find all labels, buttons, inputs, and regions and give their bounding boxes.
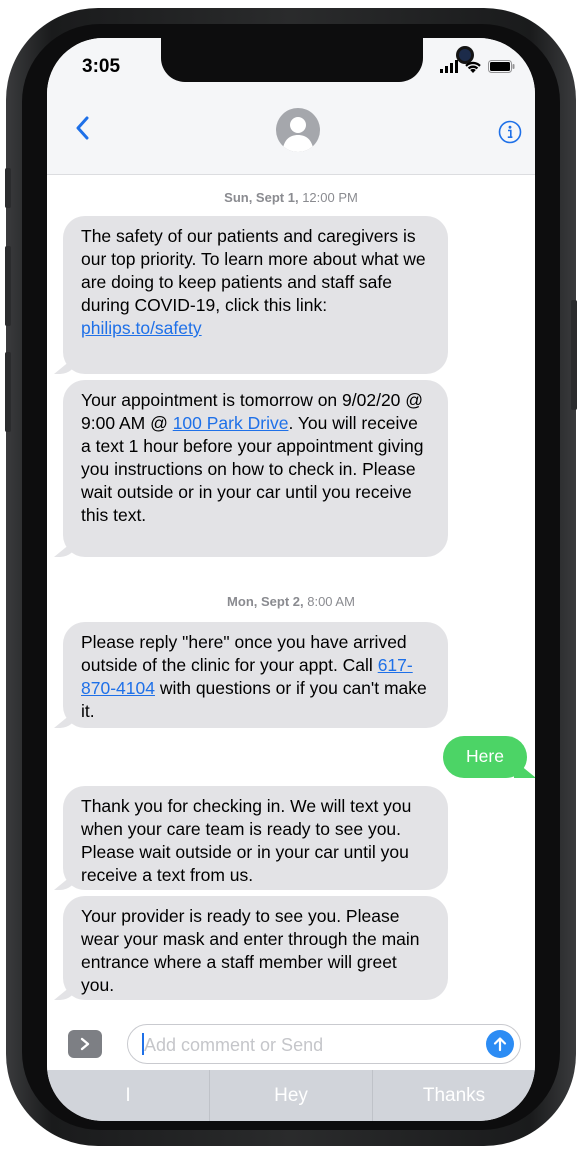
address-link[interactable]: 100 Park Drive	[173, 413, 289, 433]
incoming-message: The safety of our patients and caregiver…	[63, 216, 448, 374]
expand-button[interactable]	[68, 1030, 102, 1058]
date-stamp: Mon, Sept 2, 8:00 AM	[227, 594, 355, 609]
suggestion-item[interactable]: Thanks	[373, 1070, 535, 1121]
status-icons	[440, 58, 515, 74]
suggestion-item[interactable]: Hey	[210, 1070, 373, 1121]
phone-screen: 3:05 Sun, Sept 1, 12:00 PM The safety of…	[47, 38, 535, 1121]
incoming-message: Your provider is ready to see you. Pleas…	[63, 896, 448, 1000]
volume-down-button	[5, 352, 11, 432]
volume-up-button	[5, 246, 11, 326]
composer-bar	[47, 1010, 535, 1070]
contact-avatar[interactable]	[276, 108, 320, 152]
wifi-icon	[465, 61, 481, 73]
person-icon	[282, 117, 314, 152]
battery-icon	[488, 59, 515, 73]
message-link[interactable]: philips.to/safety	[81, 318, 202, 338]
conversation-header: 3:05	[47, 38, 535, 175]
suggestion-item[interactable]: I	[47, 1070, 210, 1121]
power-button	[571, 300, 577, 410]
info-icon[interactable]	[498, 120, 522, 144]
cellular-signal-icon	[440, 59, 458, 73]
send-button[interactable]	[486, 1030, 514, 1058]
status-time: 3:05	[82, 56, 121, 77]
message-input[interactable]	[142, 1032, 466, 1058]
incoming-message: Your appointment is tomorrow on 9/02/20 …	[63, 380, 448, 557]
outgoing-message: Here	[443, 736, 527, 778]
incoming-message: Thank you for checking in. We will text …	[63, 786, 448, 890]
incoming-message: Please reply "here" once you have arrive…	[63, 622, 448, 728]
arrow-up-icon	[493, 1037, 507, 1052]
date-stamp: Sun, Sept 1, 12:00 PM	[224, 190, 358, 205]
chevron-right-icon	[80, 1037, 90, 1051]
chevron-left-icon[interactable]	[71, 110, 95, 146]
mute-switch	[5, 168, 11, 208]
message-input-box[interactable]	[127, 1024, 521, 1064]
notch	[161, 38, 471, 82]
quicktype-suggestions: I Hey Thanks	[47, 1070, 535, 1121]
